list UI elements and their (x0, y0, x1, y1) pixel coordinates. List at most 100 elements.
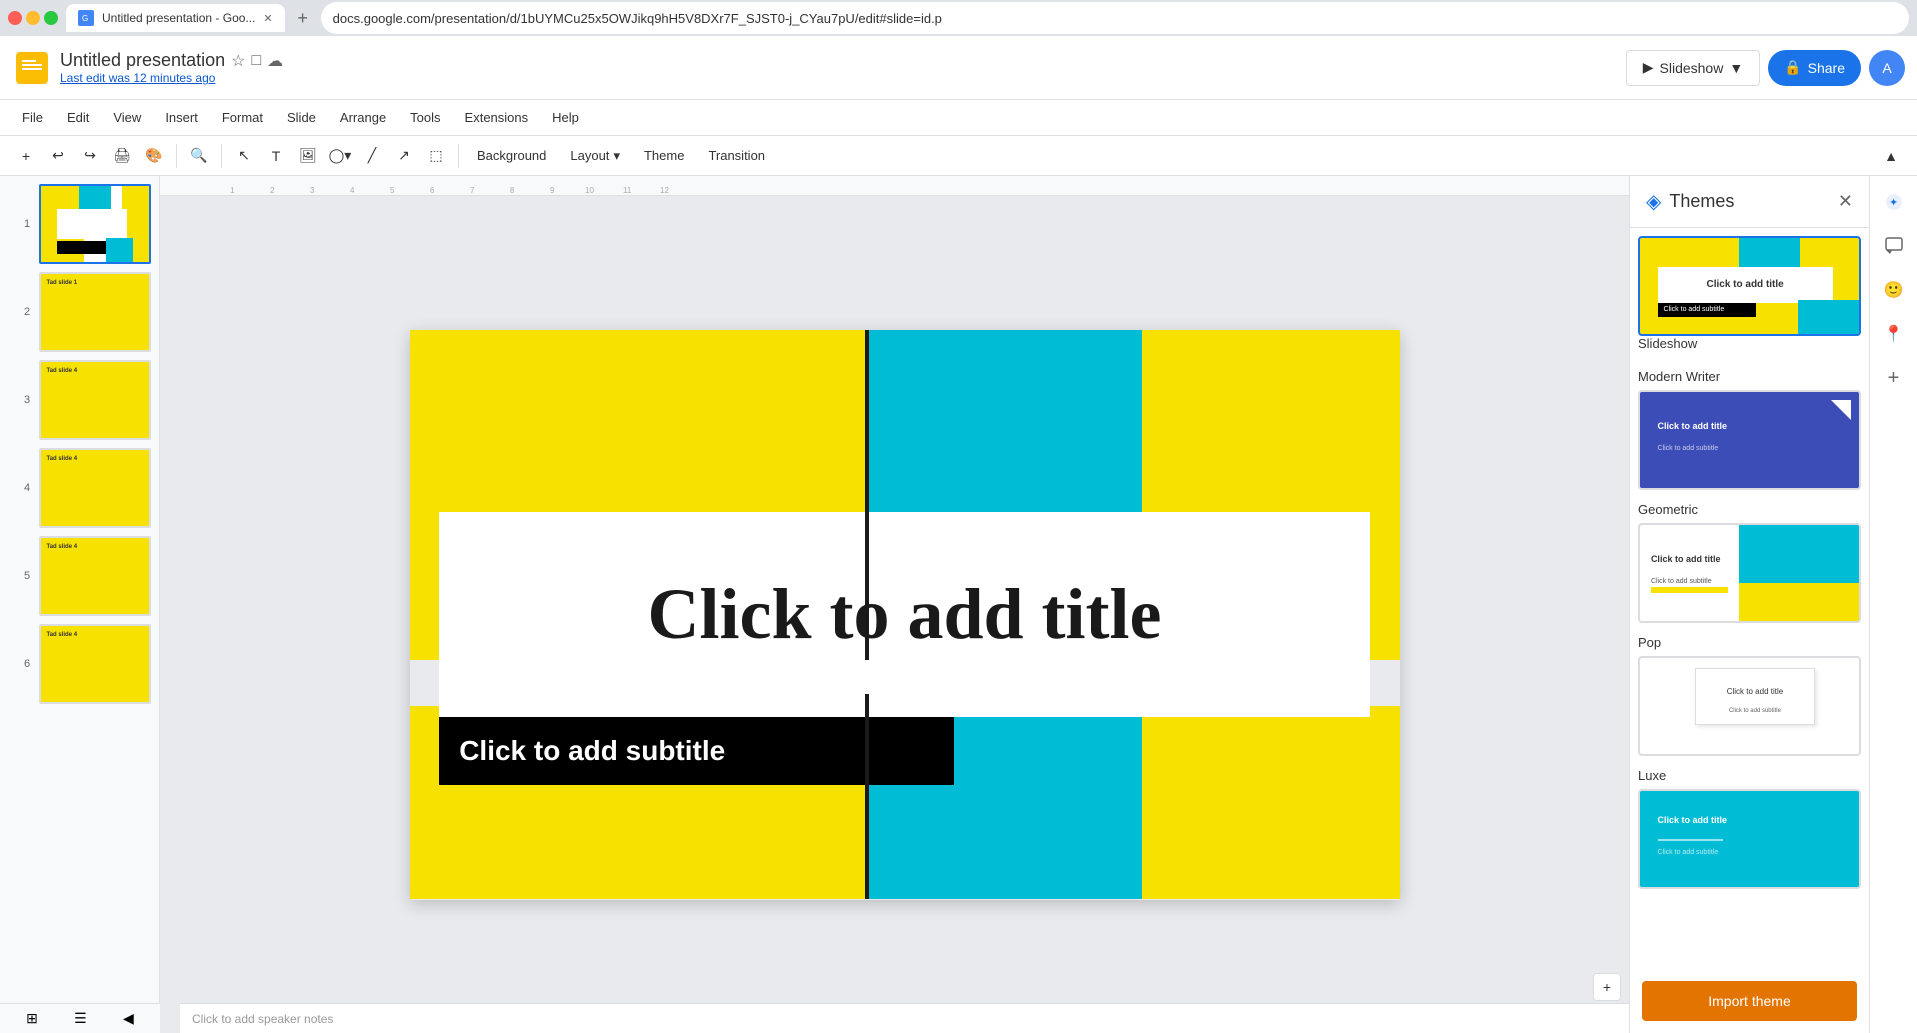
image-button[interactable]: 🖼 (294, 142, 322, 170)
line-button[interactable]: ╱ (358, 142, 386, 170)
layout-label: Layout (570, 148, 609, 163)
last-edit-status[interactable]: Last edit was 12 minutes ago (60, 71, 283, 85)
side-icons-panel: ✦ 🙂 📍 + (1869, 176, 1917, 1033)
active-tab[interactable]: G Untitled presentation - Goo... ✕ (66, 4, 285, 32)
add-page-button[interactable]: + (1593, 973, 1621, 1001)
close-window-button[interactable] (8, 11, 22, 25)
slide-thumb-wrapper-2: 2 Tad slide 1 (24, 272, 151, 352)
cursor-button[interactable]: ↖ (230, 142, 258, 170)
collapse-sidebar-icon[interactable]: ◀ (123, 1010, 134, 1027)
app-logo (12, 48, 52, 88)
paint-format-button[interactable]: 🎨 (140, 142, 168, 170)
comments-icon-button[interactable] (1876, 228, 1912, 264)
theme-label: Theme (644, 148, 684, 163)
background-button[interactable]: Background (467, 142, 556, 170)
cloud-icon[interactable]: ☁ (267, 51, 283, 71)
themes-list: Click to add title Click to add subtitle… (1630, 228, 1869, 973)
redo-button[interactable]: ↪ (76, 142, 104, 170)
slide-thumbnail-3[interactable]: Tad slide 4 (39, 360, 151, 440)
menu-help[interactable]: Help (542, 106, 589, 129)
menu-view[interactable]: View (103, 106, 151, 129)
menu-arrange[interactable]: Arrange (330, 106, 396, 129)
slide-title-text: Click to add title (647, 573, 1161, 656)
slide-number-1: 1 (24, 218, 35, 230)
collapse-panel-button[interactable]: ▲ (1877, 142, 1905, 170)
slide-number-5: 5 (24, 570, 35, 582)
thumb1-white (57, 209, 127, 239)
slide-subtitle-placeholder[interactable]: Click to add subtitle (439, 717, 954, 785)
browser-chrome: G Untitled presentation - Goo... ✕ + doc… (0, 0, 1917, 36)
prev-luxe-divider (1658, 839, 1724, 841)
slide-thumbnail-6[interactable]: Tad slide 4 (39, 624, 151, 704)
layout-chevron-icon: ▾ (613, 148, 620, 164)
slideshow-button[interactable]: ▶ Slideshow ▼ (1626, 50, 1760, 86)
layout-button[interactable]: Layout ▾ (560, 142, 630, 170)
slide-title-placeholder[interactable]: Click to add title (439, 512, 1370, 717)
title-icons: ☆ □ ☁ (231, 51, 283, 71)
ruler-horizontal: 1 2 3 4 5 6 7 8 9 10 11 12 (160, 176, 1629, 196)
maps-icon-button[interactable]: 📍 (1876, 316, 1912, 352)
thumb1-cyan-bot (106, 238, 133, 262)
slideshow-icon: ▶ (1643, 59, 1654, 76)
menu-file[interactable]: File (12, 106, 53, 129)
import-theme-label: Import theme (1708, 993, 1790, 1009)
slide-thumb-wrapper-5: 5 Tad slide 4 (24, 536, 151, 616)
canvas-bottom-toolbar: + (1593, 973, 1621, 1001)
menu-slide[interactable]: Slide (277, 106, 326, 129)
menu-bar: File Edit View Insert Format Slide Arran… (0, 100, 1917, 136)
add-panel-button[interactable]: + (1876, 360, 1912, 396)
toolbar-divider-1 (176, 144, 177, 168)
new-tab-button[interactable]: + (289, 4, 317, 32)
speaker-notes[interactable]: Click to add speaker notes (180, 1003, 1629, 1033)
user-avatar[interactable]: A (1869, 50, 1905, 86)
assistant-icon-button[interactable]: ✦ (1876, 184, 1912, 220)
zoom-out-button[interactable]: 🔍 (185, 142, 213, 170)
slide-thumbnail-1[interactable] (39, 184, 151, 264)
toolbar-right: ▲ (1877, 142, 1905, 170)
drive-icon[interactable]: □ (251, 52, 261, 70)
prev-geo-title: Click to add title (1651, 554, 1721, 564)
transition-button[interactable]: Transition (698, 142, 775, 170)
header-right: ▶ Slideshow ▼ 🔒 Share A (1626, 50, 1905, 86)
slide-thumbnail-4[interactable]: Tad slide 4 (39, 448, 151, 528)
list-view-icon[interactable]: ☰ (74, 1010, 87, 1027)
star-icon[interactable]: ☆ (231, 51, 245, 71)
canvas-area: 1 2 3 4 5 6 7 8 9 10 11 12 (160, 176, 1629, 1033)
menu-format[interactable]: Format (212, 106, 273, 129)
slideshow-chevron-icon: ▼ (1729, 60, 1743, 76)
emoji-icon-button[interactable]: 🙂 (1876, 272, 1912, 308)
menu-edit[interactable]: Edit (57, 106, 99, 129)
slide-thumbnail-5[interactable]: Tad slide 4 (39, 536, 151, 616)
add-slide-toolbar-button[interactable]: + (12, 142, 40, 170)
address-bar[interactable]: docs.google.com/presentation/d/1bUYMCu25… (321, 2, 1909, 34)
main-area: 1 2 Tad slide 1 3 (0, 176, 1917, 1033)
theme-item-luxe[interactable]: Luxe Click to add title Click to add sub… (1638, 768, 1861, 889)
grid-view-icon[interactable]: ⊞ (26, 1010, 38, 1027)
frame-button[interactable]: ⬚ (422, 142, 450, 170)
slide-thumbnail-2[interactable]: Tad slide 1 (39, 272, 151, 352)
menu-tools[interactable]: Tools (400, 106, 450, 129)
minimize-window-button[interactable] (26, 11, 40, 25)
prev-mw-title: Click to add title (1658, 421, 1728, 431)
menu-insert[interactable]: Insert (155, 106, 208, 129)
theme-button[interactable]: Theme (634, 142, 694, 170)
thumb1-black (57, 241, 106, 255)
theme-item-slideshow[interactable]: Click to add title Click to add subtitle… (1638, 236, 1861, 357)
arrow-button[interactable]: ↗ (390, 142, 418, 170)
shapes-button[interactable]: ◯▾ (326, 142, 354, 170)
import-theme-button[interactable]: Import theme (1642, 981, 1857, 1021)
slide-subtitle-text: Click to add subtitle (459, 735, 725, 767)
undo-button[interactable]: ↩ (44, 142, 72, 170)
theme-item-pop[interactable]: Pop Click to add title Click to add subt… (1638, 635, 1861, 756)
themes-panel-header: ◈ Themes ✕ (1630, 176, 1869, 228)
share-button[interactable]: 🔒 Share (1768, 50, 1861, 86)
text-box-button[interactable]: T (262, 142, 290, 170)
close-themes-panel-button[interactable]: ✕ (1838, 191, 1853, 212)
maximize-window-button[interactable] (44, 11, 58, 25)
print-button[interactable]: 🖨 (108, 142, 136, 170)
tab-close-icon[interactable]: ✕ (263, 12, 272, 25)
themes-icon: ◈ (1646, 189, 1661, 214)
theme-item-modern-writer[interactable]: Modern Writer Click to add title Click t… (1638, 369, 1861, 490)
menu-extensions[interactable]: Extensions (455, 106, 539, 129)
theme-item-geometric[interactable]: Geometric Click to add title Click to ad… (1638, 502, 1861, 623)
